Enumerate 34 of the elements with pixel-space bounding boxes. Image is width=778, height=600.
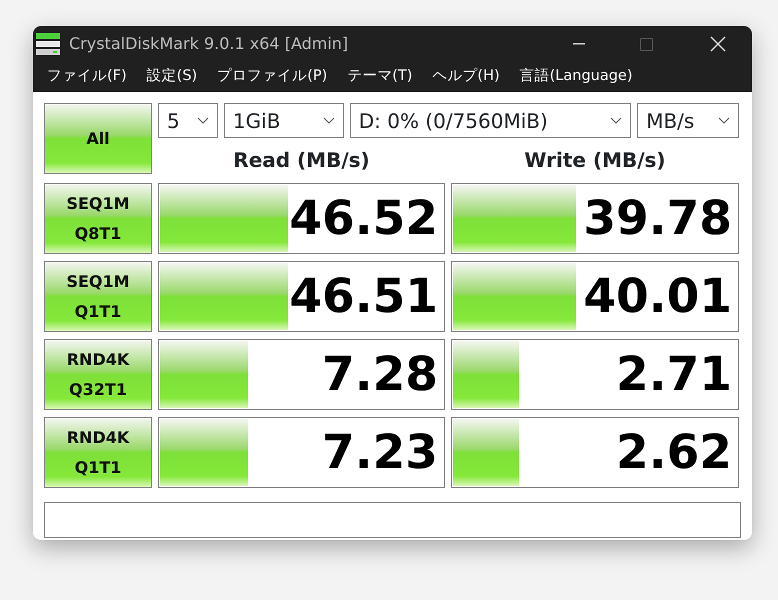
menu-item[interactable]: ファイル(F): [37, 66, 137, 88]
menu-item[interactable]: ヘルプ(H): [422, 66, 510, 88]
result-value: 39.78: [583, 195, 733, 242]
dropdown[interactable]: 5: [158, 103, 218, 138]
test-button[interactable]: RND4K Q32T1: [44, 339, 152, 410]
result-value: 7.28: [322, 351, 439, 398]
test-button[interactable]: SEQ1M Q8T1: [44, 183, 152, 254]
close-icon[interactable]: [710, 36, 726, 52]
chevron-down-icon: [610, 117, 622, 124]
column-header: Write (MB/s): [523, 146, 667, 174]
dropdown[interactable]: MB/s: [637, 103, 740, 138]
comment-field[interactable]: [44, 502, 741, 538]
minimize-icon[interactable]: [573, 43, 585, 45]
dropdown[interactable]: 1GiB: [224, 103, 344, 138]
all-button[interactable]: All: [44, 103, 152, 174]
menu-item[interactable]: プロファイル(P): [207, 66, 338, 88]
menu-item[interactable]: 言語(Language): [510, 66, 643, 88]
test-button[interactable]: SEQ1M Q1T1: [44, 261, 152, 332]
result-value: 2.62: [616, 429, 733, 476]
menu-item[interactable]: 設定(S): [136, 66, 208, 88]
column-header: Read (MB/s): [232, 146, 371, 174]
result-value: 2.71: [616, 351, 733, 398]
chevron-down-icon: [718, 117, 730, 124]
menu-item[interactable]: テーマ(T): [337, 66, 422, 88]
test-button[interactable]: RND4K Q1T1: [44, 417, 152, 488]
chevron-down-icon: [196, 117, 209, 124]
dropdown[interactable]: D: 0% (0/7560MiB): [350, 103, 632, 138]
result-value: 7.23: [322, 429, 439, 476]
window-title: CrystalDiskMark 9.0.1 x64 [Admin]: [69, 33, 350, 55]
app-icon: [35, 32, 61, 56]
result-value: 46.51: [289, 273, 439, 320]
result-value: 40.01: [583, 273, 733, 320]
chevron-down-icon: [322, 117, 335, 124]
result-value: 46.52: [289, 195, 439, 242]
